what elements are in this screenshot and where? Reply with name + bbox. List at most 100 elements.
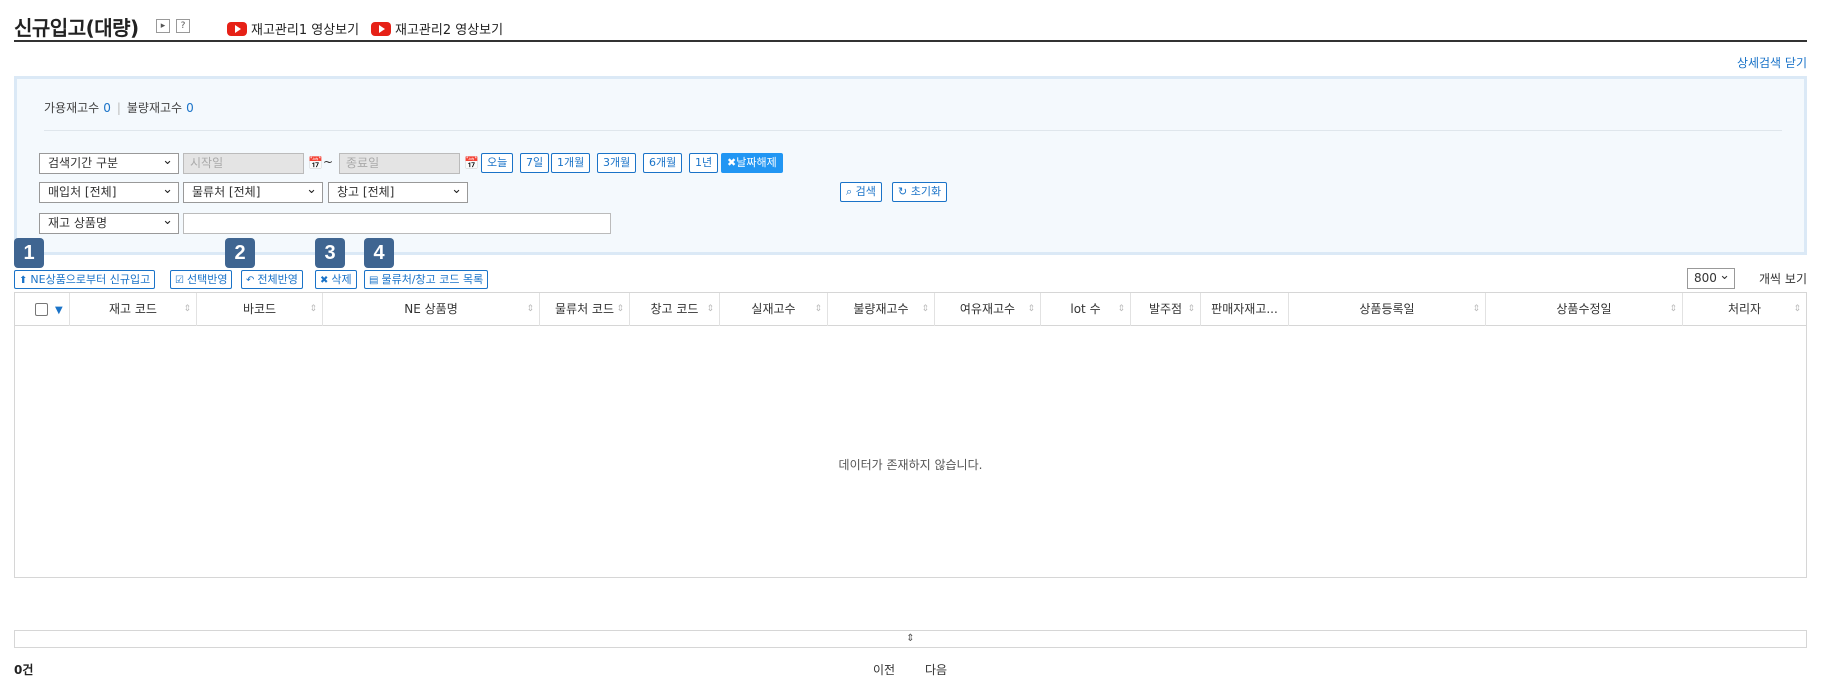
grid-header-warehouse-code[interactable]: 창고 코드 ⇕ (630, 293, 720, 326)
grid-header-defective-stock[interactable]: 불량재고수 ⇕ (828, 293, 935, 326)
stock-summary: 가용재고수 0 | 불량재고수 0 (44, 99, 194, 116)
empty-message: 데이터가 존재하지 않습니다. (838, 458, 983, 472)
grid-header-ne-product-name[interactable]: NE 상품명 ⇕ (323, 293, 540, 326)
help-button[interactable]: ? (176, 19, 190, 33)
reset-button[interactable]: ↻ 초기화 (892, 182, 948, 202)
defective-stock-label: 불량재고수 (126, 101, 183, 115)
grid-header-barcode[interactable]: 바코드 ⇕ (197, 293, 323, 326)
caret-down-icon[interactable]: ▼ (55, 293, 63, 326)
apply-selected-button[interactable]: ☑ 선택반영 (170, 270, 233, 289)
column-label: 상품등록일 (1359, 302, 1415, 316)
clear-dates-button[interactable]: ✖날짜해제 (721, 153, 783, 173)
period-type-select[interactable]: 검색기간 구분 (39, 151, 179, 174)
grid-resize-handle[interactable]: ⇕ (14, 630, 1807, 648)
step-badge-1: 1 (14, 238, 44, 268)
step-badge-2: 2 (225, 238, 255, 268)
calendar-icon[interactable]: 📅 (464, 157, 479, 170)
logistics-select[interactable]: 물류처 [전체] (183, 180, 323, 203)
play-button[interactable]: ▸ (156, 19, 170, 33)
sort-icon[interactable]: ⇕ (921, 293, 929, 326)
delete-button[interactable]: ✖ 삭제 (315, 270, 357, 289)
list-icon: ▤ (369, 275, 379, 286)
grid-header-lot-count[interactable]: lot 수 ⇕ (1041, 293, 1131, 326)
title-bar: 신규입고(대량) ▸ ? 재고관리1 영상보기 재고관리2 영상보기 (14, 10, 1807, 42)
grid-header-seller-stock[interactable]: 판매자재고... (1201, 293, 1289, 326)
grid-header-logistics-code[interactable]: 물류처 코드 ⇕ (540, 293, 630, 326)
clear-dates-label: 날짜해제 (736, 156, 777, 169)
grid-header-handler[interactable]: 처리자 ⇕ (1683, 293, 1806, 326)
code-list-label: 물류처/창고 코드 목록 (381, 273, 484, 286)
sort-icon[interactable]: ⇕ (1187, 293, 1195, 326)
refresh-icon: ↻ (898, 185, 911, 198)
reset-button-label: 초기화 (910, 185, 942, 198)
quick-date-3m-button[interactable]: 3개월 (597, 153, 637, 173)
calendar-icon[interactable]: 📅 (308, 157, 323, 170)
video-link-2[interactable]: 재고관리2 영상보기 (371, 19, 503, 38)
sort-icon[interactable]: ⇕ (183, 293, 191, 326)
new-from-ne-button[interactable]: ⬆ NE상품으로부터 신규입고 (14, 270, 156, 289)
youtube-icon (227, 21, 247, 36)
search-button-label: 검색 (855, 185, 876, 198)
column-label: 발주점 (1148, 302, 1183, 316)
step-badge-4: 4 (364, 238, 394, 268)
warehouse-select[interactable]: 창고 [전체] (328, 180, 468, 203)
column-label: 상품수정일 (1556, 302, 1612, 316)
grid-header-registered-date[interactable]: 상품등록일 ⇕ (1289, 293, 1486, 326)
column-label: 재고 코드 (109, 302, 157, 316)
page-size-select[interactable]: 800 (1687, 266, 1735, 289)
quick-date-1m-button[interactable]: 1개월 (551, 153, 591, 173)
product-search-input[interactable] (183, 213, 611, 234)
quick-date-today-button[interactable]: 오늘 (481, 153, 514, 173)
sort-icon[interactable]: ⇕ (1117, 293, 1125, 326)
sort-icon[interactable]: ⇕ (616, 293, 624, 326)
select-all-checkbox[interactable] (35, 303, 48, 316)
product-name-select[interactable]: 재고 상품명 (39, 211, 179, 234)
sort-icon[interactable]: ⇕ (309, 293, 317, 326)
column-label: 실재고수 (751, 302, 796, 316)
summary-separator: | (116, 101, 121, 115)
start-date-input[interactable]: 시작일 (183, 153, 304, 174)
data-grid: ▼ 재고 코드 ⇕ 바코드 ⇕ NE 상품명 ⇕ 물류처 코드 ⇕ 창고 코드 ⇕ 실재고… (14, 292, 1807, 578)
grid-header-modified-date[interactable]: 상품수정일 ⇕ (1486, 293, 1683, 326)
sort-icon[interactable]: ⇕ (1669, 293, 1677, 326)
grid-header-actual-stock[interactable]: 실재고수 ⇕ (720, 293, 828, 326)
defective-stock-value: 0 (186, 101, 194, 115)
next-page-link[interactable]: 다음 (925, 661, 947, 678)
grid-header-spare-stock[interactable]: 여유재고수 ⇕ (935, 293, 1041, 326)
detail-search-toggle-link[interactable]: 상세검색 닫기 (1737, 54, 1807, 71)
quick-date-6m-button[interactable]: 6개월 (643, 153, 683, 173)
column-label: 여유재고수 (959, 302, 1016, 316)
code-list-button[interactable]: ▤ 물류처/창고 코드 목록 (364, 270, 489, 289)
prev-page-link[interactable]: 이전 (873, 661, 895, 678)
search-button[interactable]: ⌕ 검색 (840, 182, 882, 202)
video-link-1[interactable]: 재고관리1 영상보기 (227, 19, 359, 38)
column-label: 판매자재고... (1211, 302, 1278, 316)
column-label: lot 수 (1070, 302, 1101, 316)
sort-icon[interactable]: ⇕ (1027, 293, 1035, 326)
sort-icon[interactable]: ⇕ (526, 293, 534, 326)
column-label: 창고 코드 (650, 302, 699, 316)
sort-icon[interactable]: ⇕ (1793, 293, 1801, 326)
quick-date-7d-button[interactable]: 7일 (520, 153, 550, 173)
total-count: 0건 (14, 663, 34, 677)
sort-icon[interactable]: ⇕ (814, 293, 822, 326)
column-label: 바코드 (242, 302, 277, 316)
search-icon: ⌕ (846, 185, 856, 198)
apply-all-button[interactable]: ↶ 전체반영 (241, 270, 303, 289)
page-title: 신규입고(대량) (14, 16, 139, 40)
grid-header-stock-code[interactable]: 재고 코드 ⇕ (70, 293, 197, 326)
reply-all-icon: ↶ (246, 275, 255, 286)
step-badge-3: 3 (315, 238, 345, 268)
grid-header-reorder-point[interactable]: 발주점 ⇕ (1131, 293, 1201, 326)
supplier-select[interactable]: 매입처 [전체] (39, 180, 179, 203)
date-range-tilde: ~ (323, 155, 334, 169)
youtube-icon (371, 21, 391, 36)
apply-all-label: 전체반영 (257, 273, 298, 286)
available-stock-value: 0 (103, 101, 111, 115)
grid-header: ▼ 재고 코드 ⇕ 바코드 ⇕ NE 상품명 ⇕ 물류처 코드 ⇕ 창고 코드 ⇕ 실재고… (15, 293, 1806, 326)
end-date-input[interactable]: 종료일 (339, 153, 460, 174)
quick-date-1y-button[interactable]: 1년 (689, 153, 719, 173)
column-label: 물류처 코드 (554, 302, 614, 316)
sort-icon[interactable]: ⇕ (706, 293, 714, 326)
sort-icon[interactable]: ⇕ (1472, 293, 1480, 326)
